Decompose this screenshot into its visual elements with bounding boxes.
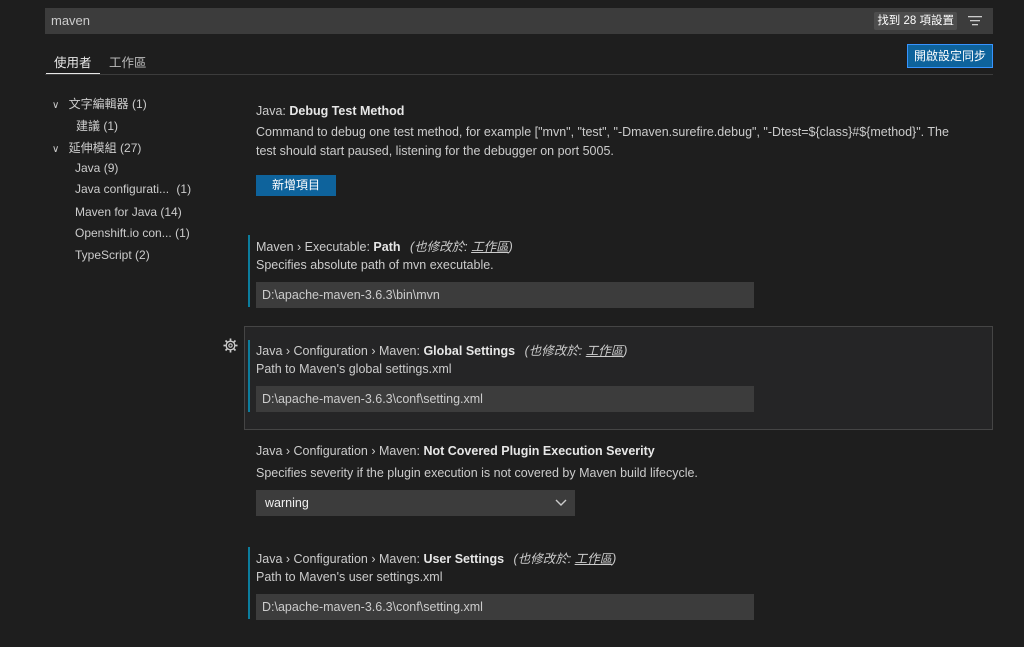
toc-item-label: Maven for Java xyxy=(75,205,158,219)
setting-category: Maven › Executable: xyxy=(256,240,374,254)
global-settings-input[interactable]: D:\apache-maven-3.6.3\conf\setting.xml xyxy=(256,386,754,412)
tabs-divider xyxy=(45,74,993,75)
toc-item-label: 文字編輯器 xyxy=(68,97,129,111)
add-item-button[interactable]: 新增項目 xyxy=(256,175,336,196)
setting-description: Command to debug one test method, for ex… xyxy=(256,123,986,161)
modified-elsewhere-note: (也修改於: 工作區) xyxy=(410,240,513,254)
setting-name: User Settings xyxy=(423,552,505,566)
modified-prefix: (也修改於: xyxy=(524,344,586,358)
toc-item-suggestions[interactable]: 建議 (1) xyxy=(76,117,118,134)
user-settings-input[interactable]: D:\apache-maven-3.6.3\conf\setting.xml xyxy=(256,594,754,620)
workspace-link[interactable]: 工作區 xyxy=(586,344,624,358)
filter-icon[interactable] xyxy=(967,14,983,28)
workspace-link[interactable]: 工作區 xyxy=(471,240,509,254)
toc-item-count: (2) xyxy=(135,248,150,262)
modified-indicator xyxy=(248,340,250,412)
toc-item-count: (1) xyxy=(176,182,192,196)
executable-path-input[interactable]: D:\apache-maven-3.6.3\bin\mvn xyxy=(256,282,754,308)
setting-description: Specifies severity if the plugin executi… xyxy=(256,466,698,480)
setting-title-executable-path: Maven › Executable: Path (也修改於: 工作區) xyxy=(256,236,513,255)
toc-item-label: 延伸模組 xyxy=(68,141,117,155)
toc-item-label: Openshift.io con... xyxy=(75,226,172,240)
toc-item-label: Java xyxy=(75,161,101,175)
toc-item-openshift[interactable]: Openshift.io con... (1) xyxy=(75,226,190,240)
toc-item-text-editor[interactable]: ∨ 文字編輯器 (1) xyxy=(52,95,147,112)
result-count-badge: 找到 28 項設置 xyxy=(874,12,957,30)
modified-prefix: (也修改於: xyxy=(410,240,472,254)
setting-category: Java: xyxy=(256,104,290,118)
search-input[interactable]: maven xyxy=(51,13,90,28)
toc-item-label: 建議 xyxy=(76,119,101,133)
setting-category: Java › Configuration › Maven: xyxy=(256,444,424,458)
toc-item-label: Java configurati... xyxy=(75,182,170,196)
setting-description: Path to Maven's global settings.xml xyxy=(256,362,452,376)
modified-indicator xyxy=(248,547,250,619)
select-value: warning xyxy=(265,496,309,510)
toc-item-count: (1) xyxy=(103,119,119,133)
modified-suffix: ) xyxy=(612,552,617,566)
toc-item-count: (27) xyxy=(120,141,142,155)
chevron-down-icon xyxy=(555,490,567,525)
settings-sync-button[interactable]: 開啟設定同步 xyxy=(907,44,993,68)
setting-description: Path to Maven's user settings.xml xyxy=(256,570,443,584)
tab-workspace[interactable]: 工作區 xyxy=(109,52,147,71)
toc-item-java[interactable]: Java (9) xyxy=(75,161,118,175)
toc-item-extensions[interactable]: ∨ 延伸模組 (27) xyxy=(52,139,141,156)
gear-icon[interactable] xyxy=(223,338,238,356)
modified-elsewhere-note: (也修改於: 工作區) xyxy=(514,552,617,566)
setting-description: Specifies absolute path of mvn executabl… xyxy=(256,258,494,272)
modified-prefix: (也修改於: xyxy=(513,552,575,566)
toc-item-count: (14) xyxy=(160,205,182,219)
toc-item-typescript[interactable]: TypeScript (2) xyxy=(75,248,150,262)
description-line: test should start paused, listening for … xyxy=(256,144,614,158)
toc-item-java-configuration[interactable]: Java configurati... (1) xyxy=(75,182,191,196)
chevron-down-icon: ∨ xyxy=(52,144,60,155)
tab-user[interactable]: 使用者 xyxy=(54,52,92,71)
toc-item-count: (1) xyxy=(175,226,190,240)
modified-indicator xyxy=(248,235,250,307)
setting-title-global-settings: Java › Configuration › Maven: Global Set… xyxy=(256,340,627,359)
modified-elsewhere-note: (也修改於: 工作區) xyxy=(525,344,628,358)
toc-item-count: (1) xyxy=(132,97,147,111)
toc-item-label: TypeScript xyxy=(75,248,132,262)
toc-item-count: (9) xyxy=(103,161,119,175)
modified-suffix: ) xyxy=(623,344,628,358)
setting-title-user-settings: Java › Configuration › Maven: User Setti… xyxy=(256,548,616,567)
chevron-down-icon: ∨ xyxy=(52,100,60,111)
setting-title-not-covered-severity: Java › Configuration › Maven: Not Covere… xyxy=(256,444,655,458)
workspace-link[interactable]: 工作區 xyxy=(575,552,613,566)
setting-name: Debug Test Method xyxy=(289,104,405,118)
severity-select[interactable]: warning xyxy=(256,490,575,516)
description-line: Command to debug one test method, for ex… xyxy=(256,125,949,139)
setting-category: Java › Configuration › Maven: xyxy=(256,552,424,566)
setting-category: Java › Configuration › Maven: xyxy=(256,344,424,358)
setting-name: Path xyxy=(373,240,401,254)
setting-name: Not Covered Plugin Execution Severity xyxy=(423,444,655,458)
setting-name: Global Settings xyxy=(423,344,516,358)
settings-search-bar[interactable]: maven 找到 28 項設置 xyxy=(45,8,993,34)
modified-suffix: ) xyxy=(508,240,513,254)
setting-title-debug-test-method: Java: Debug Test Method xyxy=(256,104,404,118)
toc-item-maven-for-java[interactable]: Maven for Java (14) xyxy=(75,205,182,219)
